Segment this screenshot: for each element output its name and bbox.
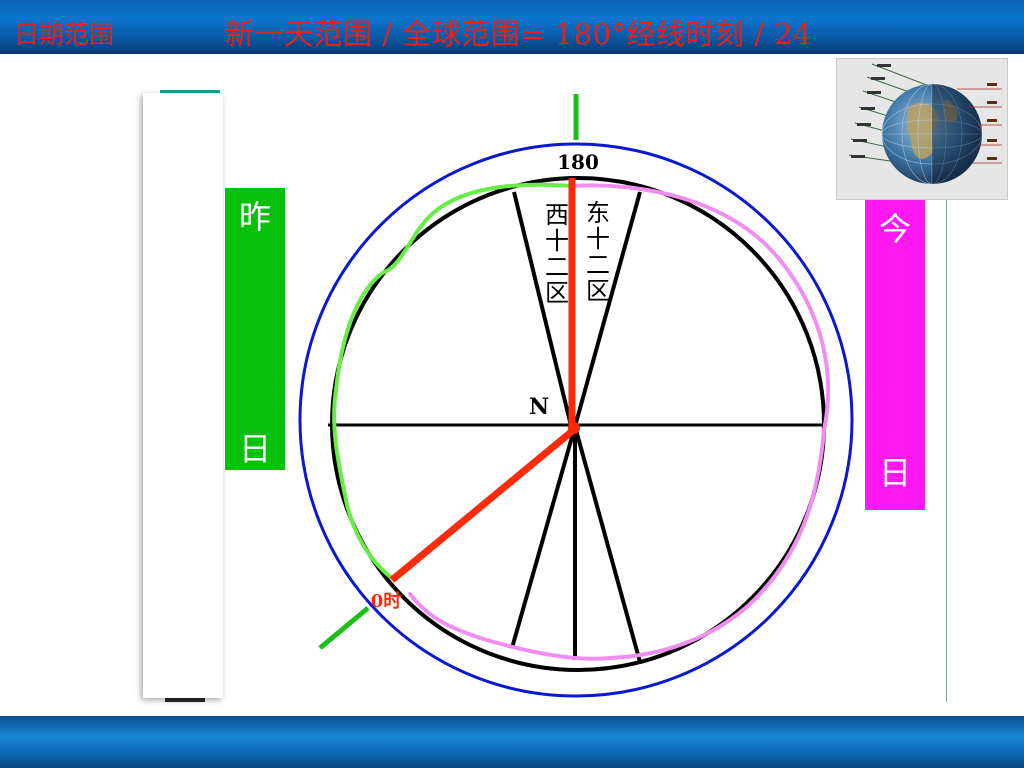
east-zone-char-3: 二 xyxy=(586,251,610,279)
green-axis-bottom xyxy=(318,606,370,650)
lower-zone-line-left xyxy=(510,429,576,649)
lower-zone-line-right xyxy=(574,429,642,663)
yesterday-region-outline xyxy=(332,182,574,580)
west-zone-char-2: 十 xyxy=(545,227,569,255)
west-zone-char-4: 区 xyxy=(545,279,569,307)
globe-icon xyxy=(848,63,1002,185)
center-pole-dot xyxy=(568,422,580,434)
red-midnight-line xyxy=(389,425,579,583)
east-zone-char-4: 区 xyxy=(586,277,610,305)
east-zone-char-2: 十 xyxy=(586,225,610,253)
east-zone-char-1: 东 xyxy=(586,199,610,227)
west-zone-char-1: 西 xyxy=(545,201,569,229)
north-pole-label: N xyxy=(529,394,549,420)
midnight-label: 0时 xyxy=(371,591,402,612)
west-zone-char-3: 二 xyxy=(545,253,569,281)
footer-bar xyxy=(0,716,1024,768)
globe-thumbnail xyxy=(836,58,1008,200)
meridian-180-label: 180 xyxy=(557,150,599,174)
